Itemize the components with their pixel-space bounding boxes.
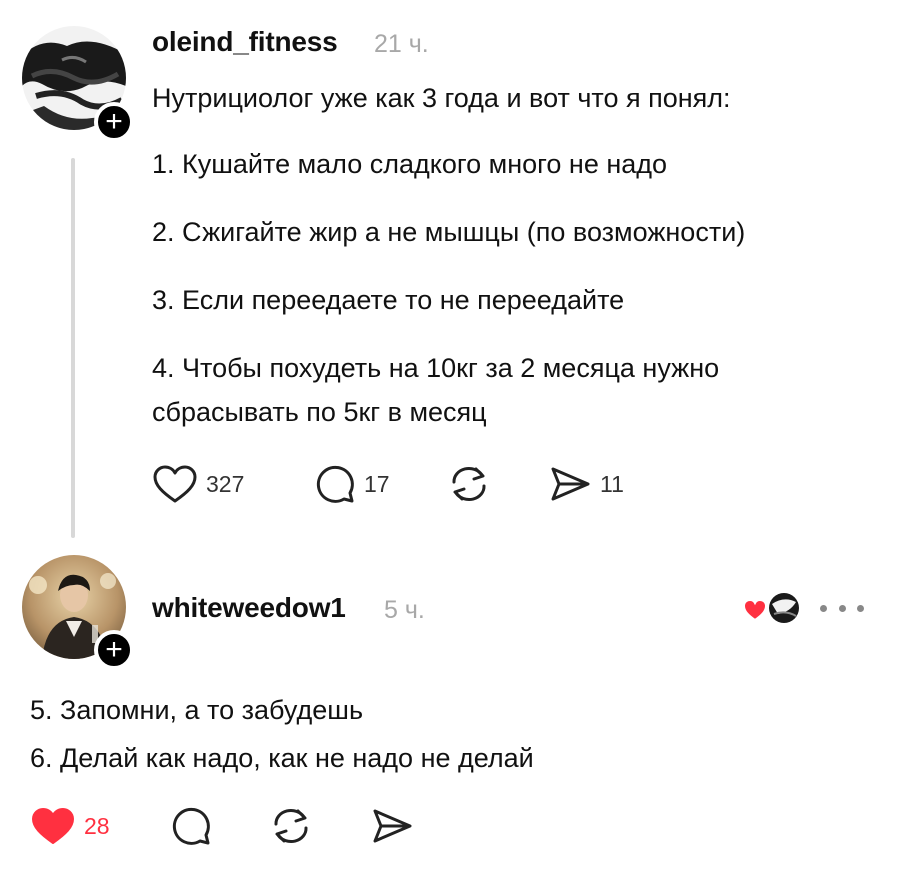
reply-time: 5 ч. xyxy=(384,596,425,624)
send-icon xyxy=(373,809,412,843)
post-text-line: 1. Кушайте мало сладкого много не надо xyxy=(152,149,668,179)
author-liked-indicator xyxy=(742,588,804,628)
follow-button[interactable]: + xyxy=(94,630,134,670)
comment-icon xyxy=(316,465,354,503)
follow-button[interactable]: + xyxy=(94,102,134,142)
like-count: 28 xyxy=(84,812,110,839)
reply-text-line: 6. Делай как надо, как не надо не делай xyxy=(30,743,534,773)
reply-username[interactable]: whiteweedow1 xyxy=(152,592,346,624)
comment-count: 17 xyxy=(364,470,390,497)
post-text-line: 3. Если переедаете то не переедайте xyxy=(152,285,625,315)
like-count: 327 xyxy=(206,470,245,497)
comment-icon xyxy=(172,807,210,845)
post-username[interactable]: oleind_fitness xyxy=(152,26,338,58)
more-options-button[interactable] xyxy=(820,598,864,618)
post-text-line: 4. Чтобы похудеть на 10кг за 2 месяца ну… xyxy=(152,353,720,383)
share-button[interactable] xyxy=(370,806,414,846)
repost-icon xyxy=(274,808,308,844)
repost-button[interactable] xyxy=(268,806,314,846)
post-text-line: сбрасывать по 5кг в месяц xyxy=(152,397,487,427)
dot xyxy=(857,604,864,612)
post-text-line: Нутрициолог уже как 3 года и вот что я п… xyxy=(152,83,731,113)
heart-icon xyxy=(742,598,768,622)
like-button[interactable]: 327 xyxy=(152,464,244,504)
like-button[interactable]: 28 xyxy=(30,806,110,846)
heart-icon xyxy=(32,808,74,844)
thread-line xyxy=(71,158,75,538)
dot xyxy=(838,604,846,612)
post-time: 21 ч. xyxy=(374,30,429,58)
share-count: 11 xyxy=(600,470,624,497)
heart-icon xyxy=(153,465,197,503)
post-text-line: 2. Сжигайте жир а не мышцы (по возможнос… xyxy=(152,217,746,247)
reply-text-line: 5. Запомни, а то забудешь xyxy=(30,695,364,725)
send-icon xyxy=(551,467,590,501)
share-button[interactable]: 11 xyxy=(548,464,624,504)
comment-button[interactable]: 17 xyxy=(314,463,390,505)
dot xyxy=(820,604,827,612)
repost-button[interactable] xyxy=(446,464,492,504)
repost-icon xyxy=(452,466,486,502)
comment-button[interactable] xyxy=(170,805,212,847)
